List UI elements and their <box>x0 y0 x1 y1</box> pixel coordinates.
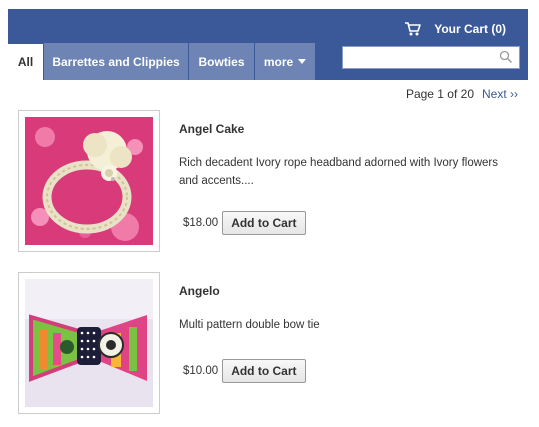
headband-photo <box>25 117 153 245</box>
tab-bowties[interactable]: Bowties <box>189 43 255 80</box>
tab-label: Bowties <box>198 54 245 69</box>
add-to-cart-button[interactable]: Add to Cart <box>222 211 306 235</box>
cart-label: Your Cart (0) <box>434 22 506 36</box>
product-description: Rich decadent Ivory rope headband adorne… <box>179 157 498 187</box>
product-price: $18.00 <box>183 217 219 229</box>
product-price: $10.00 <box>183 365 219 377</box>
price-row: $10.00 Add to Cart <box>183 359 306 383</box>
product-card: Angelo Multi pattern double bow tie $10.… <box>18 272 518 417</box>
store-header: Your Cart (0) All Barrettes and Clippies… <box>8 9 528 80</box>
product-card: Angel Cake Rich decadent Ivory rope head… <box>18 110 518 255</box>
product-title[interactable]: Angelo <box>179 284 220 298</box>
caret-down-icon <box>298 59 307 64</box>
product-description: Multi pattern double bow tie <box>179 319 320 331</box>
tab-label: All <box>17 55 34 69</box>
tab-label: more <box>263 54 294 69</box>
pagination: Page 1 of 20 Next ›› <box>406 87 518 101</box>
price-row: $18.00 Add to Cart <box>183 211 306 235</box>
product-image[interactable] <box>18 272 160 414</box>
product-image[interactable] <box>18 110 160 252</box>
category-tabs: All Barrettes and Clippies Bowties more <box>8 43 316 80</box>
tab-barrettes-and-clippies[interactable]: Barrettes and Clippies <box>44 43 189 80</box>
page-indicator: Page 1 of 20 <box>405 87 474 101</box>
cart-link[interactable]: Your Cart (0) <box>404 20 506 38</box>
tab-label: Barrettes and Clippies <box>52 54 180 69</box>
search-input[interactable] <box>343 47 491 68</box>
next-page-link[interactable]: Next ›› <box>482 87 518 101</box>
shopping-cart-icon <box>404 21 422 37</box>
tab-all[interactable]: All <box>8 43 44 80</box>
search-box <box>342 46 520 69</box>
product-title[interactable]: Angel Cake <box>179 122 244 136</box>
tab-more-dropdown[interactable]: more <box>255 43 316 80</box>
bowtie-photo <box>25 279 153 407</box>
search-icon[interactable] <box>499 50 513 64</box>
add-to-cart-button[interactable]: Add to Cart <box>222 359 306 383</box>
